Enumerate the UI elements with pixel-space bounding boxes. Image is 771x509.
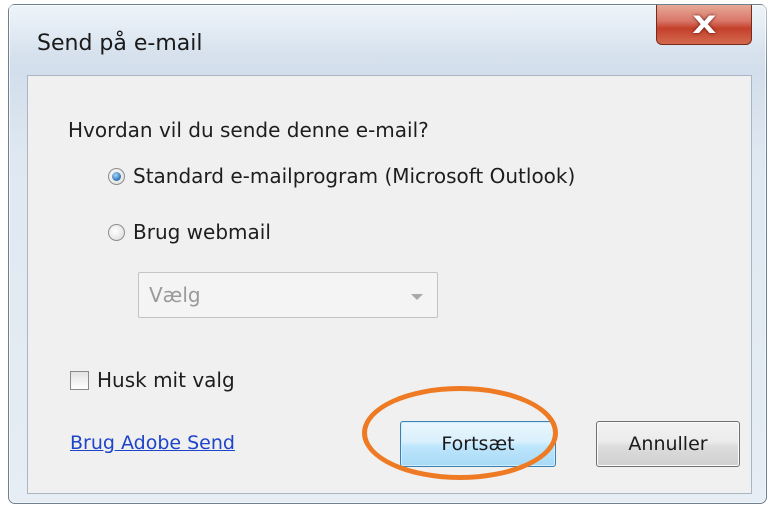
continue-button[interactable]: Fortsæt (400, 421, 556, 467)
remember-choice[interactable]: Husk mit valg (70, 368, 235, 392)
option-webmail[interactable]: Brug webmail (108, 220, 271, 244)
dialog-body: Hvordan vil du sende denne e-mail? Stand… (27, 75, 752, 494)
webmail-select[interactable]: Vælg (138, 272, 438, 318)
question-label: Hvordan vil du sende denne e-mail? (68, 118, 429, 142)
webmail-select-value: Vælg (149, 283, 201, 307)
dialog-window: Send på e-mail X Hvordan vil du sende de… (8, 4, 768, 504)
adobe-send-link[interactable]: Brug Adobe Send (70, 432, 235, 454)
option-standard-email-label: Standard e-mailprogram (Microsoft Outloo… (133, 164, 576, 188)
screenshot-stage: Send på e-mail X Hvordan vil du sende de… (0, 0, 771, 509)
close-button[interactable]: X (656, 5, 752, 45)
radio-webmail[interactable] (108, 223, 125, 241)
option-standard-email[interactable]: Standard e-mailprogram (Microsoft Outloo… (108, 164, 575, 188)
remember-checkbox-label: Husk mit valg (97, 368, 235, 392)
close-icon: X (691, 10, 717, 39)
cancel-button[interactable]: Annuller (596, 421, 740, 467)
chevron-down-icon (411, 294, 423, 300)
window-title: Send på e-mail (37, 31, 203, 56)
option-webmail-label: Brug webmail (133, 220, 271, 244)
radio-standard-email[interactable] (108, 167, 125, 185)
remember-checkbox[interactable] (70, 370, 89, 390)
